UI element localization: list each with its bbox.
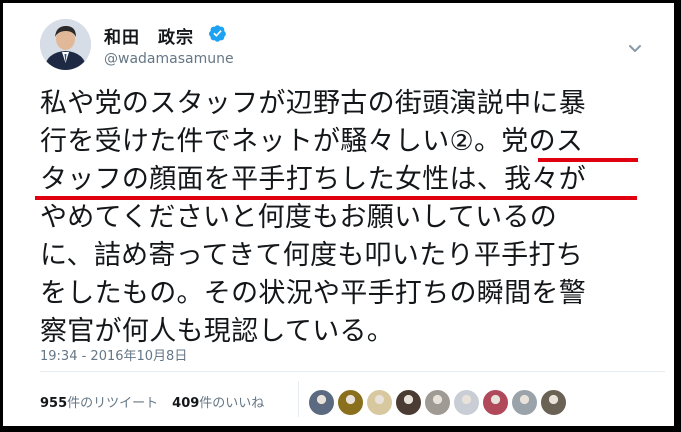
- highlight-underline: [538, 158, 638, 162]
- stats-separator: [298, 381, 299, 417]
- liker-avatar-9[interactable]: [540, 389, 567, 416]
- retweet-label: 件のリツイート: [67, 396, 159, 411]
- highlight-underline: [35, 196, 637, 200]
- tweet-text-line: やめてくださいと何度もお願いしているの: [40, 202, 558, 233]
- like-count: 409: [172, 396, 200, 411]
- author-display-name[interactable]: 和田 政宗: [104, 23, 194, 48]
- tweet-text-line: 私や党のスタッフが辺野古の街頭演説中に暴: [40, 88, 586, 119]
- author-handle[interactable]: @wadamasamune: [104, 51, 234, 67]
- liker-avatar-6[interactable]: [453, 389, 480, 416]
- liker-avatar-7[interactable]: [482, 389, 509, 416]
- liker-avatar-5[interactable]: [424, 389, 451, 416]
- retweet-count-link[interactable]: 955件のリツイート: [40, 396, 158, 411]
- tweet-card: 和田 政宗 @wadamasamune 私や党のスタッフが辺野古の街頭演説中に暴…: [3, 3, 674, 426]
- like-count-link[interactable]: 409件のいいね: [172, 396, 264, 411]
- engagement-stats: 955件のリツイート 409件のいいね: [40, 392, 264, 411]
- author-avatar[interactable]: [40, 19, 91, 70]
- tweet-text-line: タッフの顔面を平手打ちした女性は、我々が: [40, 164, 586, 195]
- tweet-text-line: をしたもの。その状況や平手打ちの瞬間を警: [40, 278, 586, 309]
- liker-avatar-1[interactable]: [308, 389, 335, 416]
- liker-avatar-8[interactable]: [511, 389, 538, 416]
- tweet-timestamp[interactable]: 19:34 - 2016年10月8日: [40, 345, 187, 364]
- tweet-text-line: に、詰め寄ってきて何度も叩いたり平手打ち: [40, 240, 584, 271]
- verified-badge-icon: [208, 24, 227, 43]
- liker-avatar-2[interactable]: [337, 389, 364, 416]
- tweet-text-line: 行を受けた件でネットが騒々しい②。党のス: [40, 126, 584, 157]
- chevron-down-icon[interactable]: [626, 39, 644, 57]
- divider: [40, 371, 665, 372]
- liker-avatar-3[interactable]: [366, 389, 393, 416]
- like-label: 件のいいね: [199, 396, 265, 411]
- tweet-text: 私や党のスタッフが辺野古の街頭演説中に暴 行を受けた件でネットが騒々しい②。党の…: [40, 85, 665, 351]
- liker-avatar-4[interactable]: [395, 389, 422, 416]
- retweet-count: 955: [40, 396, 68, 411]
